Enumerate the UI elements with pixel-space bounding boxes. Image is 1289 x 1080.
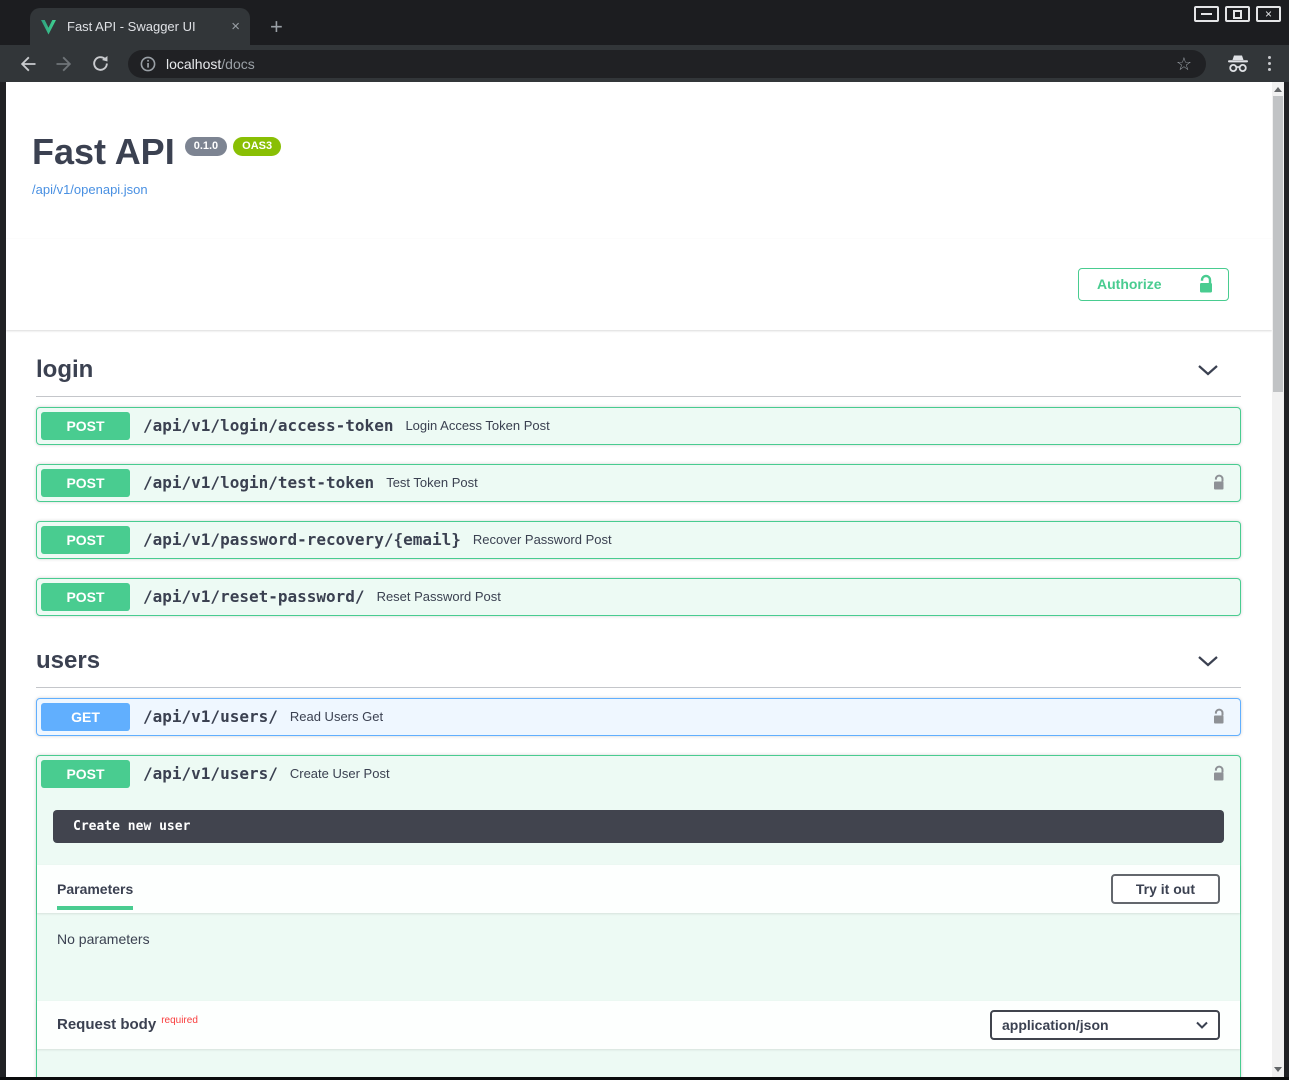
endpoint-summary-text: Login Access Token Post [405,418,549,433]
endpoint-summary-text: Test Token Post [386,475,478,490]
chevron-down-icon[interactable] [1197,655,1241,667]
authorize-button[interactable]: Authorize [1078,268,1229,301]
window-close-button[interactable]: × [1256,6,1281,22]
endpoint-row-expanded: POST /api/v1/users/ Create User Post [36,755,1241,1077]
incognito-icon [1226,53,1250,74]
endpoint-summary[interactable]: POST /api/v1/reset-password/ Reset Passw… [37,579,1240,615]
required-label: required [161,1015,198,1026]
endpoint-path: /api/v1/users/ [143,764,278,783]
browser-menu-icon[interactable] [1268,55,1271,73]
browser-viewport: Fast API 0.1.0 OAS3 /api/v1/openapi.json… [0,82,1289,1077]
page-scrollbar[interactable] [1272,82,1284,1077]
operation-body: Create new user Parameters Try it out No… [37,792,1240,1077]
api-info: Fast API 0.1.0 OAS3 /api/v1/openapi.json [6,82,1272,199]
model-example: Example Value | Schema { [37,1049,1240,1077]
scheme-container: Authorize [6,239,1272,330]
endpoint-summary[interactable]: POST /api/v1/users/ Create User Post [37,756,1240,792]
endpoint-path: /api/v1/login/test-token [143,473,374,492]
section-title: users [36,647,100,675]
section-login: login POST /api/v1/login/access-token Lo… [36,344,1241,616]
endpoint-summary-text: Read Users Get [290,709,383,724]
site-info-icon[interactable] [140,56,156,72]
endpoint-path: /api/v1/password-recovery/{email} [143,530,461,549]
endpoint-summary[interactable]: GET /api/v1/users/ Read Users Get [37,699,1240,735]
fastapi-favicon-icon [40,19,57,35]
browser-tab[interactable]: Fast API - Swagger UI × [30,8,250,45]
method-badge: POST [41,760,130,788]
page-title: Fast API 0.1.0 OAS3 [32,132,1272,172]
maximize-button[interactable] [1225,6,1250,22]
endpoint-summary[interactable]: POST /api/v1/login/access-token Login Ac… [37,408,1240,444]
auth-lock-icon[interactable] [1211,765,1226,783]
window-controls: × [1194,6,1281,22]
endpoint-summary-text: Reset Password Post [377,589,501,604]
method-badge: GET [41,703,130,731]
section-users: users GET /api/v1/users/ Read Users Get [36,635,1241,1077]
section-users-header[interactable]: users [36,635,1241,688]
try-it-out-button[interactable]: Try it out [1111,874,1220,904]
scrollbar-thumb[interactable] [1273,96,1283,392]
section-login-header[interactable]: login [36,344,1241,397]
operation-description: Create new user [53,810,1224,843]
bookmark-star-icon[interactable]: ☆ [1172,55,1196,73]
section-title: login [36,356,93,384]
endpoint-summary[interactable]: POST /api/v1/password-recovery/{email} R… [37,522,1240,558]
endpoint-path: /api/v1/login/access-token [143,416,393,435]
endpoint-path: /api/v1/reset-password/ [143,587,365,606]
endpoint-row: POST /api/v1/reset-password/ Reset Passw… [36,578,1241,616]
method-badge: POST [41,526,130,554]
scrollbar-up-arrow[interactable] [1274,87,1282,92]
method-badge: POST [41,412,130,440]
endpoint-path: /api/v1/users/ [143,707,278,726]
endpoint-summary-text: Recover Password Post [473,532,612,547]
minimize-button[interactable] [1194,6,1219,22]
reload-button[interactable] [85,49,115,79]
endpoint-row: POST /api/v1/password-recovery/{email} R… [36,521,1241,559]
url-host: localhost [166,56,221,72]
address-bar[interactable]: localhost/docs ☆ [128,50,1206,78]
swagger-page: Fast API 0.1.0 OAS3 /api/v1/openapi.json… [6,82,1272,1077]
back-button[interactable] [13,49,43,79]
forward-button[interactable] [49,49,79,79]
version-badge: 0.1.0 [185,137,227,156]
tab-close-icon[interactable]: × [231,19,240,34]
chevron-down-icon[interactable] [1197,364,1241,376]
request-body-label: Request bodyrequired [57,1016,198,1033]
auth-lock-icon[interactable] [1211,708,1226,726]
auth-lock-icon[interactable] [1211,474,1226,492]
media-type-select[interactable]: application/json [990,1010,1220,1040]
operations: login POST /api/v1/login/access-token Lo… [6,344,1272,1077]
method-badge: POST [41,469,130,497]
parameters-header: Parameters Try it out [37,865,1240,913]
tab-title: Fast API - Swagger UI [67,19,223,34]
endpoint-summary-text: Create User Post [290,766,390,781]
select-chevron-icon [1196,1021,1208,1029]
browser-titlebar: Fast API - Swagger UI × + × [0,0,1289,45]
browser-toolbar: localhost/docs ☆ [0,45,1289,82]
endpoint-summary[interactable]: POST /api/v1/login/test-token Test Token… [37,465,1240,501]
request-body-header: Request bodyrequired application/json [37,1001,1240,1049]
oas3-badge: OAS3 [233,137,281,156]
endpoint-row: POST /api/v1/login/access-token Login Ac… [36,407,1241,445]
endpoint-row: POST /api/v1/login/test-token Test Token… [36,464,1241,502]
tab-parameters[interactable]: Parameters [57,881,133,897]
new-tab-button[interactable]: + [270,16,283,38]
endpoint-row: GET /api/v1/users/ Read Users Get [36,698,1241,736]
openapi-spec-link[interactable]: /api/v1/openapi.json [32,182,148,197]
method-badge: POST [41,583,130,611]
scrollbar-down-arrow[interactable] [1274,1067,1282,1072]
unlock-icon [1196,274,1214,295]
no-parameters-text: No parameters [37,913,1240,979]
url-path: /docs [221,56,254,72]
